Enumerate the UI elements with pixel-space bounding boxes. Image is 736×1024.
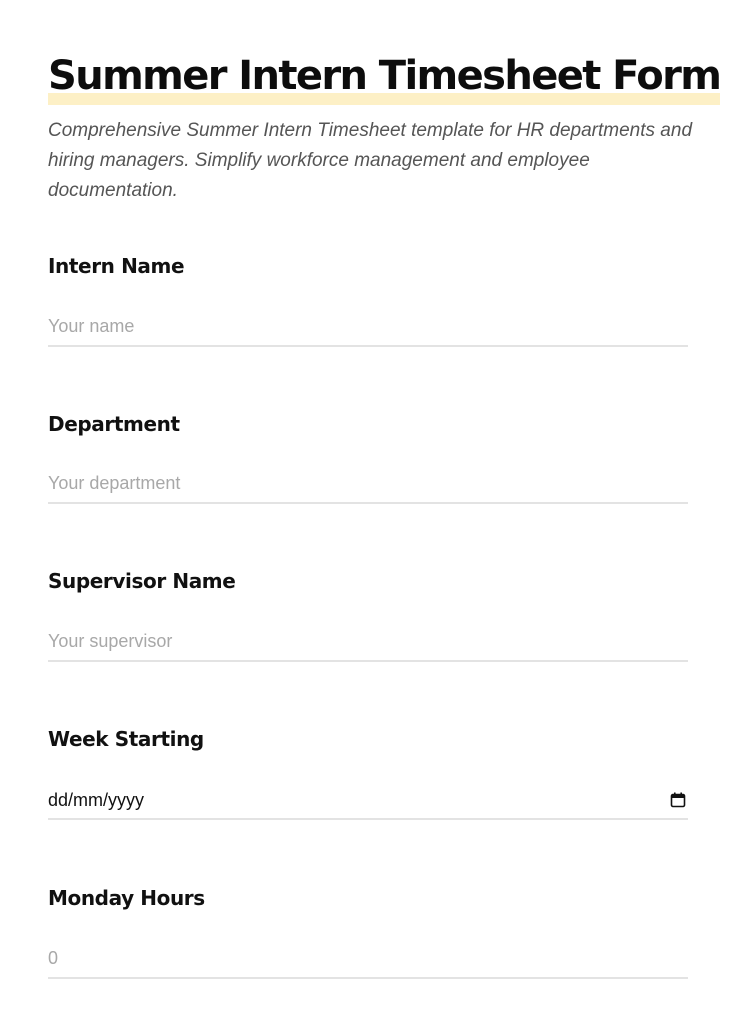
timesheet-form: Summer Intern Timesheet Form Comprehensi… — [0, 0, 736, 1024]
intern-name-label: Intern Name — [48, 254, 185, 278]
field-supervisor-name: Supervisor Name — [48, 568, 688, 662]
title-wrap: Summer Intern Timesheet Form — [48, 52, 722, 105]
week-starting-date-input[interactable]: dd/mm/yyyy — [48, 780, 688, 820]
monday-hours-label: Monday Hours — [48, 886, 205, 910]
field-week-starting: Week Starting dd/mm/yyyy — [48, 726, 688, 820]
week-starting-label: Week Starting — [48, 727, 204, 751]
intern-name-input[interactable] — [48, 307, 688, 347]
page-title: Summer Intern Timesheet Form — [48, 52, 722, 105]
date-placeholder-text: dd/mm/yyyy — [48, 790, 145, 810]
monday-hours-input[interactable] — [48, 939, 688, 979]
department-label: Department — [48, 412, 180, 436]
field-department: Department — [48, 411, 688, 504]
field-intern-name: Intern Name — [48, 253, 688, 347]
field-monday-hours: Monday Hours — [48, 885, 688, 979]
department-input[interactable] — [48, 464, 688, 504]
supervisor-name-label: Supervisor Name — [48, 569, 236, 593]
calendar-icon[interactable] — [670, 792, 686, 808]
supervisor-name-input[interactable] — [48, 622, 688, 662]
form-description: Comprehensive Summer Intern Timesheet te… — [48, 120, 693, 201]
